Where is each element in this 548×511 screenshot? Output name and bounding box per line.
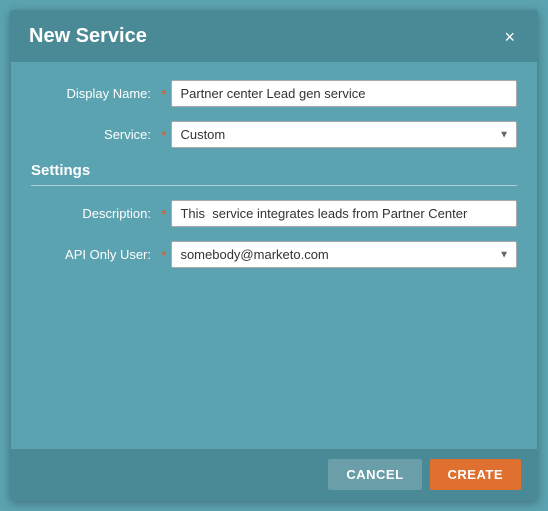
required-star-api: * (161, 247, 166, 263)
api-user-select[interactable]: somebody@marketo.com admin@marketo.com (171, 241, 517, 268)
dialog-body: Display Name: * Service: * Custom Standa… (11, 62, 537, 449)
create-button[interactable]: CREATE (430, 459, 521, 490)
dialog-header: New Service × (11, 11, 537, 62)
description-row: Description: * (31, 200, 517, 227)
description-label: Description: (31, 206, 161, 221)
service-label: Service: (31, 127, 161, 142)
service-select[interactable]: Custom Standard Premium (171, 121, 517, 148)
settings-title: Settings (31, 162, 517, 186)
display-name-input[interactable] (171, 80, 517, 107)
required-star-display: * (161, 86, 166, 102)
api-user-label: API Only User: (31, 247, 161, 262)
display-name-label: Display Name: (31, 86, 161, 101)
display-name-row: Display Name: * (31, 80, 517, 107)
spacer (31, 282, 517, 322)
api-user-select-wrapper: somebody@marketo.com admin@marketo.com (171, 241, 517, 268)
required-star-service: * (161, 127, 166, 143)
settings-section: Settings (31, 162, 517, 186)
service-select-wrapper: Custom Standard Premium (171, 121, 517, 148)
close-button[interactable]: × (500, 26, 519, 48)
api-user-row: API Only User: * somebody@marketo.com ad… (31, 241, 517, 268)
service-row: Service: * Custom Standard Premium (31, 121, 517, 148)
dialog-title: New Service (29, 25, 147, 48)
dialog-footer: CANCEL CREATE (11, 449, 537, 500)
cancel-button[interactable]: CANCEL (328, 459, 421, 490)
description-input[interactable] (171, 200, 517, 227)
required-star-description: * (161, 206, 166, 222)
new-service-dialog: New Service × Display Name: * Service: *… (10, 10, 538, 501)
